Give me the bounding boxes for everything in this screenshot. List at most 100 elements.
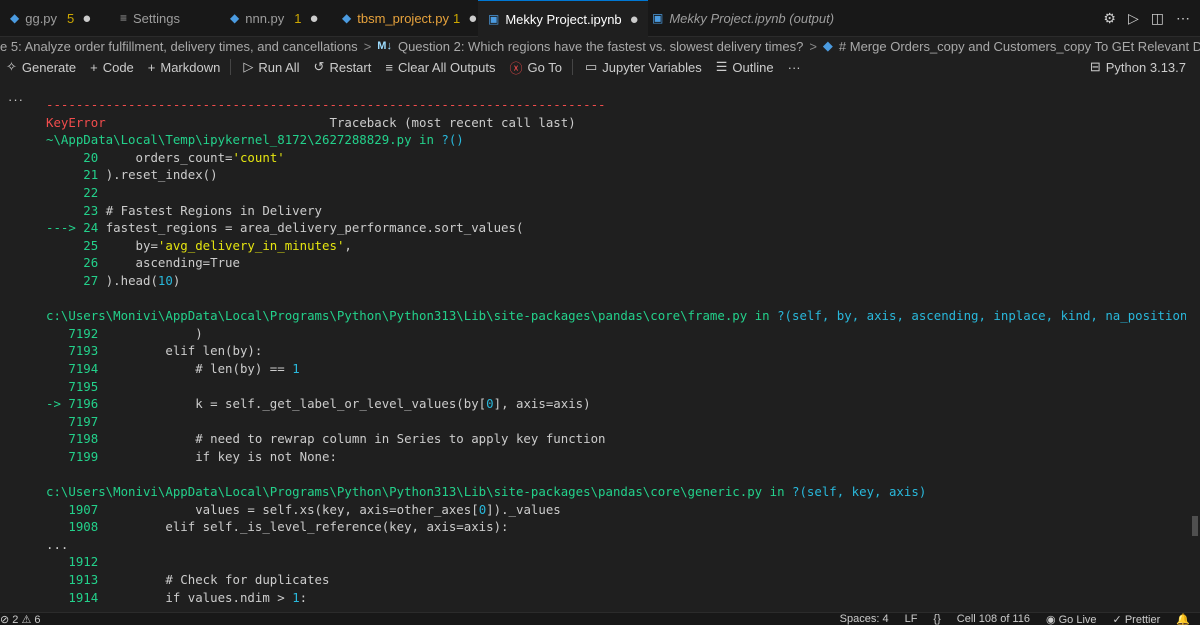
file-path[interactable]: c:\Users\Monivi\AppData\Local\Programs\P… (46, 484, 762, 499)
unsaved-dot-icon[interactable]: ● (82, 10, 91, 27)
eol-indicator[interactable]: LF (905, 613, 918, 625)
traceback-header: KeyError Traceback (most recent call las… (46, 114, 1186, 132)
cell-indicator[interactable]: Cell 108 of 116 (957, 613, 1030, 625)
code-context-block: 1907 values = self.xs(key, axis=other_ax… (46, 501, 1186, 536)
clear-all-icon: ≡ (385, 60, 393, 75)
clear-all-outputs-button[interactable]: ≡ Clear All Outputs (385, 60, 495, 75)
unsaved-dot-icon[interactable]: ● (310, 10, 319, 27)
problem-count-badge: 5 (67, 11, 74, 26)
tab-label: gg.py (25, 11, 57, 26)
more-label: ··· (788, 60, 801, 75)
tab-gg-py[interactable]: ◆ gg.py 5 ● (0, 0, 118, 36)
line-number: 7193 (46, 343, 106, 358)
plus-icon: + (148, 60, 156, 75)
scrollbar-thumb[interactable] (1192, 516, 1198, 536)
blank-line (46, 465, 1186, 483)
tab-mekky-project-ipynb[interactable]: ▣ Mekky Project.ipynb ● (478, 0, 648, 37)
breadcrumb-item[interactable]: Question 2: Which regions have the faste… (398, 39, 803, 54)
code-text: ).reset_index() (106, 167, 218, 182)
run-icon[interactable]: ▷ (1128, 10, 1139, 27)
code-line: 7194 # len(by) == 1 (46, 360, 1186, 378)
error-circle-icon: ⓧ (510, 58, 523, 77)
sparkle-icon: ✧ (6, 59, 17, 75)
vertical-scrollbar[interactable] (1192, 86, 1200, 606)
outline-label: Outline (732, 60, 773, 75)
line-number: 7199 (46, 449, 106, 464)
code-text: orders_count='count' (106, 150, 285, 165)
tab-tbsm-project-py[interactable]: ◆ tbsm_project.py 1 ● (332, 0, 484, 36)
tab-mekky-project-output[interactable]: ▣ Mekky Project.ipynb (output) (642, 0, 842, 36)
breadcrumb-item[interactable]: # Merge Orders_copy and Customers_copy T… (839, 39, 1200, 54)
go-to-label: Go To (528, 60, 562, 75)
python-icon: ◆ (823, 38, 833, 54)
restart-label: Restart (329, 60, 371, 75)
code-line: 7192 ) (46, 325, 1186, 343)
line-number: 20 (46, 150, 106, 165)
python-icon: ◆ (342, 11, 351, 25)
code-line: 27 ).head(10) (46, 272, 1186, 290)
line-number: -> 7196 (46, 396, 106, 411)
markdown-icon: M↓ (377, 40, 392, 52)
generate-button[interactable]: ✧ Generate (6, 59, 76, 75)
tab-label: Mekky Project.ipynb (output) (669, 11, 834, 26)
more-toolbar-button[interactable]: ··· (788, 60, 801, 75)
file-link[interactable]: ~\AppData\Local\Temp\ipykernel_8172\2627… (46, 131, 1186, 149)
file-link[interactable]: c:\Users\Monivi\AppData\Local\Programs\P… (46, 483, 1186, 501)
prettier-button[interactable]: ✓ Prettier (1113, 613, 1161, 625)
code-line: 7199 if key is not None: (46, 448, 1186, 466)
code-context-block: 1912 1913 # Check for duplicates 1914 if… (46, 553, 1186, 602)
add-markdown-cell-button[interactable]: + Markdown (148, 60, 221, 75)
file-link[interactable]: c:\Users\Monivi\AppData\Local\Programs\P… (46, 307, 1186, 325)
tab-nnn-py[interactable]: ◆ nnn.py 1 ● (220, 0, 334, 36)
code-context-block: 20 orders_count='count' 21 ).reset_index… (46, 149, 1186, 290)
kernel-label: Python 3.13.7 (1106, 60, 1186, 75)
tab-settings[interactable]: ≡ Settings (110, 0, 220, 36)
more-actions-icon[interactable]: ⋯ (1176, 10, 1190, 27)
split-editor-icon[interactable]: ◫ (1151, 10, 1164, 27)
line-number: 1908 (46, 519, 106, 534)
problem-count-badge: 1 (294, 11, 301, 26)
language-braces-icon[interactable]: {} (933, 613, 940, 625)
code-text: k = self._get_label_or_level_values(by[0… (106, 396, 591, 411)
tab-label: Mekky Project.ipynb (505, 12, 621, 27)
prettier-label: Prettier (1125, 614, 1160, 625)
chevron-right-icon: > (364, 39, 372, 54)
notifications-bell-icon[interactable]: 🔔 (1176, 613, 1190, 625)
jupyter-variables-button[interactable]: ▭ Jupyter Variables (585, 59, 702, 75)
separator-line: ----------------------------------------… (46, 96, 1186, 114)
restart-button[interactable]: ↺ Restart (314, 59, 372, 75)
kernel-picker[interactable]: ⊟ Python 3.13.7 (1090, 56, 1186, 78)
blank-line (46, 290, 1186, 308)
status-bar: ⊘ 2 ⚠ 6 Spaces: 4 LF {} Cell 108 of 116 … (0, 612, 1200, 625)
tab-label: tbsm_project.py (357, 11, 449, 26)
outline-button[interactable]: ☰ Outline (716, 59, 774, 75)
line-number: ---> 24 (46, 220, 106, 235)
plus-icon: + (90, 60, 98, 75)
kernel-icon: ⊟ (1090, 59, 1101, 75)
code-line: 7195 (46, 378, 1186, 396)
function-signature: ?() (441, 132, 463, 147)
current-frame-line: -> 7196 k = self._get_label_or_level_val… (46, 395, 1186, 413)
add-code-cell-button[interactable]: + Code (90, 60, 134, 75)
breadcrumb-item[interactable]: e 5: Analyze order fulfillment, delivery… (0, 39, 358, 54)
markdown-label: Markdown (160, 60, 220, 75)
problems-indicator[interactable]: ⊘ 2 ⚠ 6 (0, 613, 40, 625)
code-text: # len(by) == 1 (106, 361, 300, 376)
indentation-indicator[interactable]: Spaces: 4 (840, 613, 889, 625)
run-all-button[interactable]: ▷ Run All (243, 59, 299, 75)
python-icon: ◆ (10, 11, 19, 25)
output-more-actions-icon[interactable]: ··· (8, 92, 24, 107)
code-line: 1907 values = self.xs(key, axis=other_ax… (46, 501, 1186, 519)
line-number: 7198 (46, 431, 106, 446)
unsaved-dot-icon[interactable]: ● (630, 11, 639, 28)
unsaved-dot-icon[interactable]: ● (468, 10, 477, 27)
code-line: 7193 elif len(by): (46, 342, 1186, 360)
go-to-button[interactable]: ⓧ Go To (510, 58, 562, 77)
gear-icon[interactable]: ⚙ (1103, 10, 1116, 27)
code-text: ) (106, 326, 203, 341)
file-path[interactable]: c:\Users\Monivi\AppData\Local\Programs\P… (46, 308, 747, 323)
variables-icon: ▭ (585, 59, 597, 75)
file-path[interactable]: ~\AppData\Local\Temp\ipykernel_8172\2627… (46, 132, 412, 147)
go-live-button[interactable]: ◉ Go Live (1046, 613, 1097, 625)
clear-outputs-label: Clear All Outputs (398, 60, 496, 75)
